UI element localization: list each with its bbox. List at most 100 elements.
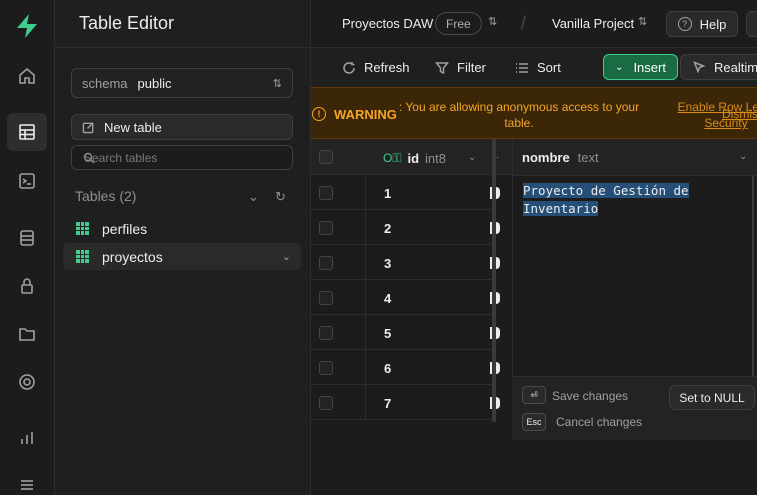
sidebar-title: Table Editor: [79, 13, 175, 33]
warning-title: WARNING: [334, 107, 397, 122]
row-id-cell[interactable]: 1: [384, 186, 391, 201]
row-select-cell: [311, 175, 366, 210]
refresh-label: Refresh: [364, 60, 410, 75]
chevron-down-icon[interactable]: ⌄: [282, 250, 291, 263]
refresh-icon: [343, 61, 355, 74]
row-id-cell[interactable]: 3: [384, 256, 391, 271]
project-switcher-icon[interactable]: ⇅: [488, 15, 497, 28]
filter-icon: [435, 61, 449, 74]
row-select-cell: [311, 210, 366, 245]
sort-label: Sort: [537, 60, 561, 75]
overflow-button[interactable]: [746, 11, 757, 37]
cancel-changes-label[interactable]: Cancel changes: [556, 415, 642, 429]
warning-icon: !: [312, 107, 326, 121]
realtime-label: Realtime: [714, 59, 757, 75]
help-button[interactable]: ? Help: [666, 11, 738, 37]
new-table-button[interactable]: New table: [71, 114, 293, 140]
icon-rail: [0, 0, 55, 495]
storage-icon[interactable]: [7, 315, 47, 353]
schema-selector[interactable]: schema public ⇅: [71, 68, 293, 98]
row-select-cell: [311, 385, 366, 420]
schema-value: public: [137, 75, 172, 91]
project-name[interactable]: Proyectos DAW: [342, 16, 433, 31]
refresh-button[interactable]: Refresh: [342, 60, 410, 75]
row-checkbox[interactable]: [319, 361, 333, 375]
column-header-id[interactable]: O⚿ id int8: [383, 151, 446, 166]
search-icon: [83, 152, 95, 164]
row-select-cell: [311, 280, 366, 315]
set-to-null-button[interactable]: Set to NULL: [669, 385, 755, 410]
table-row[interactable]: 5: [311, 315, 500, 350]
sort-icon: [516, 62, 528, 73]
realtime-icon[interactable]: [7, 363, 47, 401]
enter-key-icon: ⏎: [522, 386, 546, 404]
row-checkbox[interactable]: [319, 291, 333, 305]
table-row[interactable]: 2: [311, 210, 500, 245]
esc-key-icon: Esc: [522, 413, 546, 431]
dismiss-link[interactable]: Dismiss: [722, 107, 757, 121]
row-id-cell[interactable]: 6: [384, 361, 391, 376]
table-row[interactable]: 6: [311, 350, 500, 385]
editor-column-type: text: [577, 149, 599, 165]
branch-switcher-icon[interactable]: ⇅: [638, 15, 647, 28]
column-type: int8: [425, 151, 446, 166]
cursor-icon: [693, 61, 705, 73]
question-icon: ?: [677, 17, 692, 31]
editor-column-header: nombre text ⌄: [513, 139, 757, 176]
logs-icon[interactable]: [7, 466, 47, 495]
table-row[interactable]: 4: [311, 280, 500, 315]
grid-toolbar: Refresh Filter Sort ⌄ Insert Realtime: [311, 48, 757, 87]
row-id-cell[interactable]: 4: [384, 291, 391, 306]
table-row[interactable]: 7: [311, 385, 500, 420]
sql-editor-icon[interactable]: [7, 162, 47, 200]
table-editor-icon[interactable]: [7, 113, 47, 151]
refresh-tables-icon[interactable]: ↻: [275, 189, 286, 205]
column-resize-handle[interactable]: [492, 139, 496, 422]
chevron-down-icon[interactable]: ⌄: [468, 152, 476, 163]
column-menu-icon[interactable]: ·: [496, 152, 499, 163]
realtime-button[interactable]: Realtime: [680, 54, 757, 80]
supabase-logo-icon[interactable]: [14, 13, 40, 39]
row-id-cell[interactable]: 7: [384, 396, 391, 411]
row-id-cell[interactable]: 5: [384, 326, 391, 341]
table-item-perfiles[interactable]: perfiles: [63, 215, 301, 242]
collapse-all-icon[interactable]: ⌄: [248, 189, 259, 205]
help-label: Help: [699, 16, 727, 32]
search-tables-field[interactable]: [71, 145, 293, 170]
row-select-cell: [311, 350, 366, 385]
search-tables-input[interactable]: [82, 150, 282, 165]
table-item-proyectos[interactable]: proyectos ⌄: [63, 243, 301, 270]
filter-button[interactable]: Filter: [435, 60, 486, 75]
home-icon[interactable]: [7, 57, 47, 95]
row-select-cell: [311, 315, 366, 350]
row-checkbox[interactable]: [319, 186, 333, 200]
rls-warning-banner: ! WARNING : You are allowing anonymous a…: [311, 87, 757, 139]
chevron-down-icon[interactable]: ⌄: [739, 151, 747, 162]
row-checkbox[interactable]: [319, 326, 333, 340]
select-all-checkbox[interactable]: [319, 150, 333, 164]
new-table-label: New table: [104, 119, 162, 135]
cell-value-editor[interactable]: Proyecto de Gestión de Inventario: [523, 182, 713, 218]
table-editor-sidebar: Table Editor schema public ⇅ New table T…: [55, 0, 311, 495]
auth-icon[interactable]: [7, 267, 47, 305]
grid-empty-area: [311, 422, 513, 495]
table-row[interactable]: 3: [311, 245, 500, 280]
reports-icon[interactable]: [7, 419, 47, 457]
row-id-cell[interactable]: 2: [384, 221, 391, 236]
tables-heading: Tables (2): [75, 188, 137, 204]
save-changes-label[interactable]: Save changes: [552, 389, 628, 403]
filter-label: Filter: [457, 60, 486, 75]
row-checkbox[interactable]: [319, 221, 333, 235]
table-row[interactable]: 1: [311, 175, 500, 210]
row-checkbox[interactable]: [319, 396, 333, 410]
database-icon[interactable]: [7, 219, 47, 257]
branch-name[interactable]: Vanilla Project: [552, 16, 634, 31]
row-checkbox[interactable]: [319, 256, 333, 270]
data-grid: O⚿ id int8 ⌄ · 1 2 3 4 5 6 7 nombre text ⌄ Pro…: [311, 139, 757, 495]
editor-scrollbar[interactable]: [752, 176, 754, 376]
chevron-updown-icon: ⇅: [272, 77, 282, 90]
insert-label: Insert: [633, 59, 666, 75]
insert-button[interactable]: ⌄ Insert: [603, 54, 678, 80]
column-name: id: [407, 151, 420, 166]
sort-button[interactable]: Sort: [515, 60, 561, 75]
